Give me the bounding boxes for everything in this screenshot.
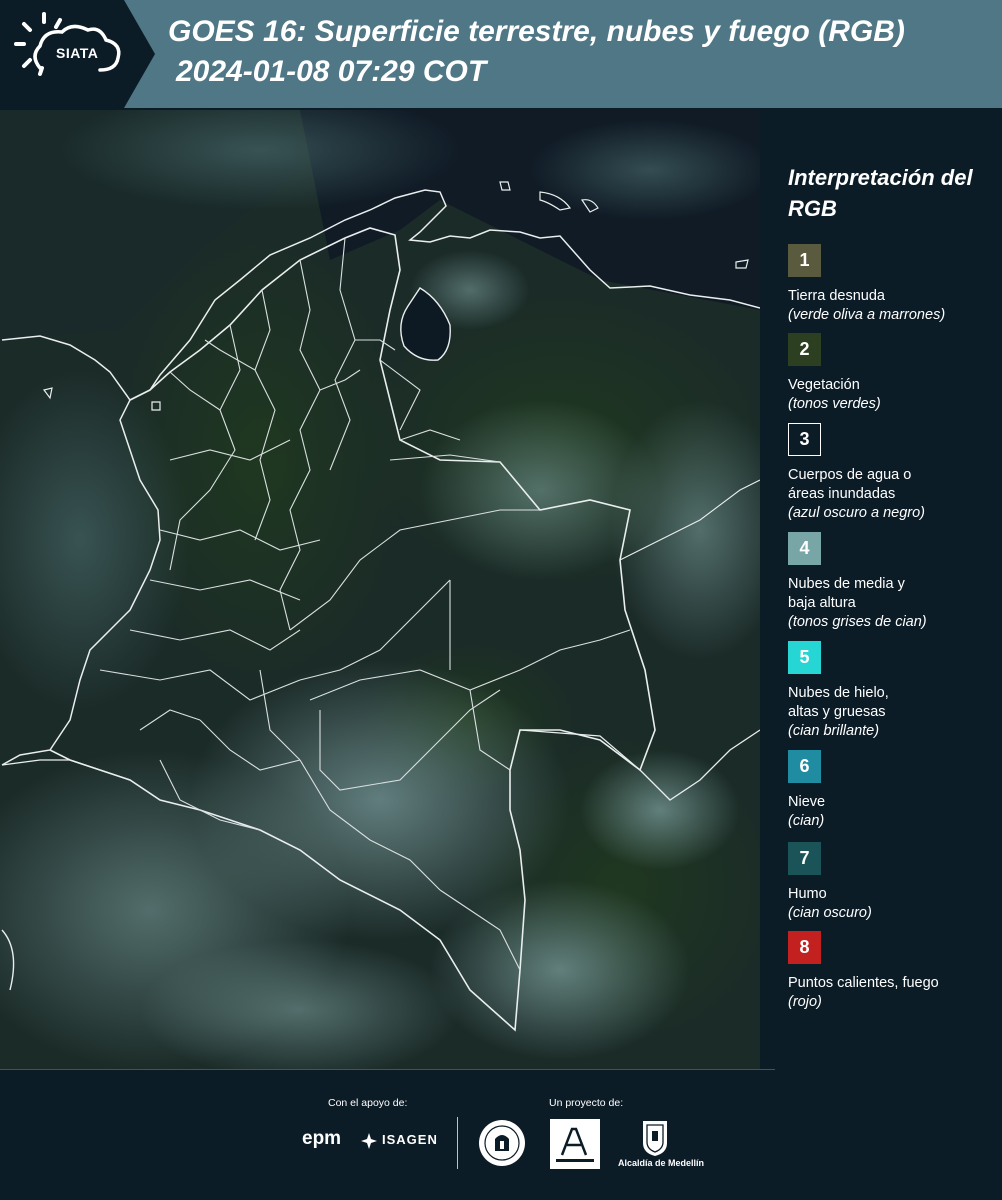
- legend-label: Nieve: [788, 794, 826, 810]
- legend-swatch: 6: [788, 750, 821, 783]
- siata-logo: SIATA: [0, 0, 155, 108]
- legend-label: Vegetación: [788, 377, 860, 393]
- legend-note: (azul oscuro a negro): [788, 505, 926, 521]
- logo-text: SIATA: [56, 45, 99, 61]
- legend-label: Puntos calientes, fuego: [788, 975, 939, 991]
- legend-item-low-clouds: 4 Nubes de media y baja altura (tonos gr…: [788, 532, 998, 632]
- legend-note: (verde oliva a marrones): [788, 307, 946, 323]
- isagen-logo-icon: [361, 1133, 377, 1149]
- page-title: GOES 16: Superficie terrestre, nubes y f…: [168, 15, 905, 48]
- footer-separator: [0, 1069, 775, 1070]
- header-bar: SIATA GOES 16: Superficie terrestre, nub…: [0, 0, 1002, 108]
- legend-note: (rojo): [788, 994, 822, 1010]
- legend-swatch: 1: [788, 244, 821, 277]
- legend-title: Interpretación del RGB: [788, 165, 973, 221]
- legend-item-water: 3 Cuerpos de agua o áreas inundadas (azu…: [788, 423, 998, 523]
- legend-item-fire: 8 Puntos calientes, fuego (rojo): [788, 931, 998, 1012]
- legend-note: (cian): [788, 813, 825, 829]
- legend-label: Cuerpos de agua o áreas inundadas: [788, 467, 912, 502]
- legend-note: (tonos grises de cian): [788, 614, 927, 630]
- legend-item-snow: 6 Nieve (cian): [788, 750, 998, 831]
- legend-note: (tonos verdes): [788, 396, 881, 412]
- legend-swatch: 2: [788, 333, 821, 366]
- legend-label: Tierra desnuda: [788, 288, 885, 304]
- alcaldia-label: Alcaldía de Medellín: [617, 1158, 705, 1168]
- map-canvas: [0, 110, 760, 1070]
- area-metropolitana-logo: [550, 1119, 600, 1169]
- legend-label: Nubes de hielo, altas y gruesas: [788, 685, 889, 720]
- footer-divider: [457, 1117, 458, 1169]
- legend-label: Humo: [788, 886, 827, 902]
- legend-swatch: 3: [788, 423, 821, 456]
- legend-swatch: 4: [788, 532, 821, 565]
- legend-swatch: 5: [788, 641, 821, 674]
- legend-swatch: 8: [788, 931, 821, 964]
- legend-note: (cian brillante): [788, 723, 880, 739]
- legend-swatch: 7: [788, 842, 821, 875]
- timestamp: 2024-01-08 07:29 COT: [176, 55, 487, 88]
- legend-label: Nubes de media y baja altura: [788, 576, 905, 611]
- legend-item-bare-soil: 1 Tierra desnuda (verde oliva a marrones…: [788, 244, 998, 325]
- support-label: Con el apoyo de:: [328, 1097, 408, 1109]
- alcaldia-logo: [643, 1121, 667, 1156]
- legend-item-ice-clouds: 5 Nubes de hielo, altas y gruesas (cian …: [788, 641, 998, 741]
- legend-note: (cian oscuro): [788, 905, 872, 921]
- legend-item-vegetation: 2 Vegetación (tonos verdes): [788, 333, 998, 414]
- project-label: Un proyecto de:: [549, 1097, 624, 1109]
- medellin-seal-logo: [479, 1120, 525, 1166]
- legend-item-smoke: 7 Humo (cian oscuro): [788, 842, 998, 923]
- satellite-map[interactable]: [0, 110, 760, 1070]
- isagen-logo: ISAGEN: [382, 1132, 438, 1147]
- legend-panel: Interpretación del RGB 1 Tierra desnuda …: [762, 110, 1002, 1070]
- epm-logo: epm: [302, 1128, 342, 1149]
